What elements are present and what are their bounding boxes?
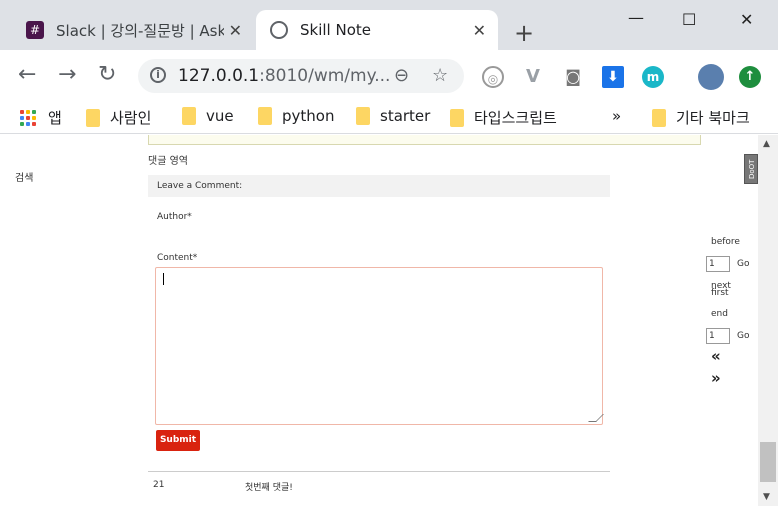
content-textarea[interactable] xyxy=(155,267,604,425)
other-bookmarks[interactable]: 기타 북마크 xyxy=(652,107,750,128)
tab-slack[interactable]: # Slack | 강의-질문방 | Ask ✕ xyxy=(14,10,254,50)
go-button-1[interactable]: Go xyxy=(737,259,749,269)
profile-avatar[interactable] xyxy=(698,64,724,90)
scroll-down-icon[interactable]: ▼ xyxy=(763,492,770,502)
bookmark-star-icon[interactable]: ☆ xyxy=(432,65,448,86)
prev-page-arrows[interactable]: « xyxy=(711,347,721,365)
folder-icon xyxy=(450,108,464,127)
folder-icon xyxy=(258,107,272,125)
close-tab-icon[interactable]: ✕ xyxy=(229,21,242,40)
tab-title: Slack | 강의-질문방 | Ask xyxy=(56,21,224,40)
comment-form-header: Leave a Comment: xyxy=(148,175,610,197)
side-badge: DoOT xyxy=(744,154,758,184)
bookmark-folder[interactable]: python xyxy=(258,107,334,125)
bookmark-folder[interactable]: 사람인 xyxy=(86,107,151,128)
url-path: :8010/wm/my... xyxy=(259,66,391,86)
bookmarks-bar: 앱 사람인 vue python starter 타입스크립트 » 기타 북마크 xyxy=(0,100,778,134)
zoom-icon[interactable]: ⊖ xyxy=(394,65,409,86)
bookmark-label: python xyxy=(282,107,335,125)
bookmark-label: 기타 북마크 xyxy=(676,109,750,127)
minimize-button[interactable]: — xyxy=(628,8,644,27)
address-bar[interactable]: i 127.0.0.1:8010/wm/my... ⊖ ☆ xyxy=(138,59,464,93)
folder-icon xyxy=(356,107,370,125)
tab-skill-note[interactable]: Skill Note ✕ xyxy=(256,10,498,50)
folder-icon xyxy=(182,107,196,125)
slack-icon: # xyxy=(26,21,44,39)
top-panel-edge xyxy=(148,135,701,145)
pager-before-link[interactable]: before xyxy=(711,237,740,247)
go-button-2[interactable]: Go xyxy=(737,331,749,341)
tab-title: Skill Note xyxy=(300,21,371,39)
comment-id: 21 xyxy=(153,480,165,490)
vue-extension-icon[interactable]: V xyxy=(522,66,544,88)
bookmarks-overflow-button[interactable]: » xyxy=(612,107,621,125)
author-label: Author* xyxy=(157,212,192,222)
submit-button[interactable]: Submit xyxy=(156,430,200,451)
bookmark-label: 사람인 xyxy=(110,109,152,127)
bookmark-label: 타입스크립트 xyxy=(474,109,557,127)
bookmark-folder[interactable]: vue xyxy=(182,107,234,125)
scroll-thumb[interactable] xyxy=(760,442,776,482)
page-viewport: 검색 댓글 영역 Leave a Comment: Author* Conten… xyxy=(0,135,758,506)
resize-handle[interactable] xyxy=(588,414,604,422)
next-page-arrows[interactable]: » xyxy=(711,369,721,387)
camera-icon[interactable]: ◙ xyxy=(562,66,584,88)
comment-form: Leave a Comment: Author* Content* Submit xyxy=(148,175,610,465)
divider xyxy=(148,471,610,472)
bookmark-label: 앱 xyxy=(48,109,62,127)
extension-m-icon[interactable]: m xyxy=(642,66,664,88)
forward-icon[interactable]: → xyxy=(58,62,76,87)
bookmark-folder[interactable]: 타입스크립트 xyxy=(450,107,557,128)
back-icon[interactable]: ← xyxy=(18,62,36,87)
tab-strip: # Slack | 강의-질문방 | Ask ✕ Skill Note ✕ + … xyxy=(0,0,778,50)
folder-icon xyxy=(652,108,666,127)
page-input-1[interactable]: 1 xyxy=(706,256,730,272)
comment-text: 첫번째 댓글! xyxy=(245,483,293,493)
search-link[interactable]: 검색 xyxy=(15,169,33,184)
info-icon[interactable]: i xyxy=(150,67,166,83)
pager-end-link[interactable]: end xyxy=(711,309,728,319)
content-label: Content* xyxy=(157,253,198,263)
text-caret xyxy=(163,273,164,285)
pager-first-link[interactable]: first xyxy=(711,288,729,298)
bookmark-label: starter xyxy=(380,107,431,125)
download-icon[interactable]: ⬇ xyxy=(602,66,624,88)
apps-grid-icon xyxy=(20,109,36,126)
folder-icon xyxy=(86,108,100,127)
close-window-button[interactable]: ✕ xyxy=(740,10,753,29)
url-host: 127.0.0.1 xyxy=(178,66,260,86)
bookmark-label: vue xyxy=(206,107,234,125)
maximize-button[interactable]: ☐ xyxy=(682,10,696,29)
bookmark-apps[interactable]: 앱 xyxy=(20,107,62,128)
page-input-2[interactable]: 1 xyxy=(706,328,730,344)
close-tab-icon[interactable]: ✕ xyxy=(473,21,486,40)
new-tab-button[interactable]: + xyxy=(514,19,534,47)
reload-icon[interactable]: ↻ xyxy=(98,62,116,87)
section-title: 댓글 영역 xyxy=(148,156,188,167)
globe-icon xyxy=(270,21,288,39)
bookmark-folder[interactable]: starter xyxy=(356,107,430,125)
page-scrollbar[interactable]: ▲ ▼ xyxy=(758,135,778,506)
scroll-up-icon[interactable]: ▲ xyxy=(763,139,770,149)
extension-target-icon[interactable]: ◎ xyxy=(482,66,504,88)
update-icon[interactable]: ↑ xyxy=(739,66,761,88)
